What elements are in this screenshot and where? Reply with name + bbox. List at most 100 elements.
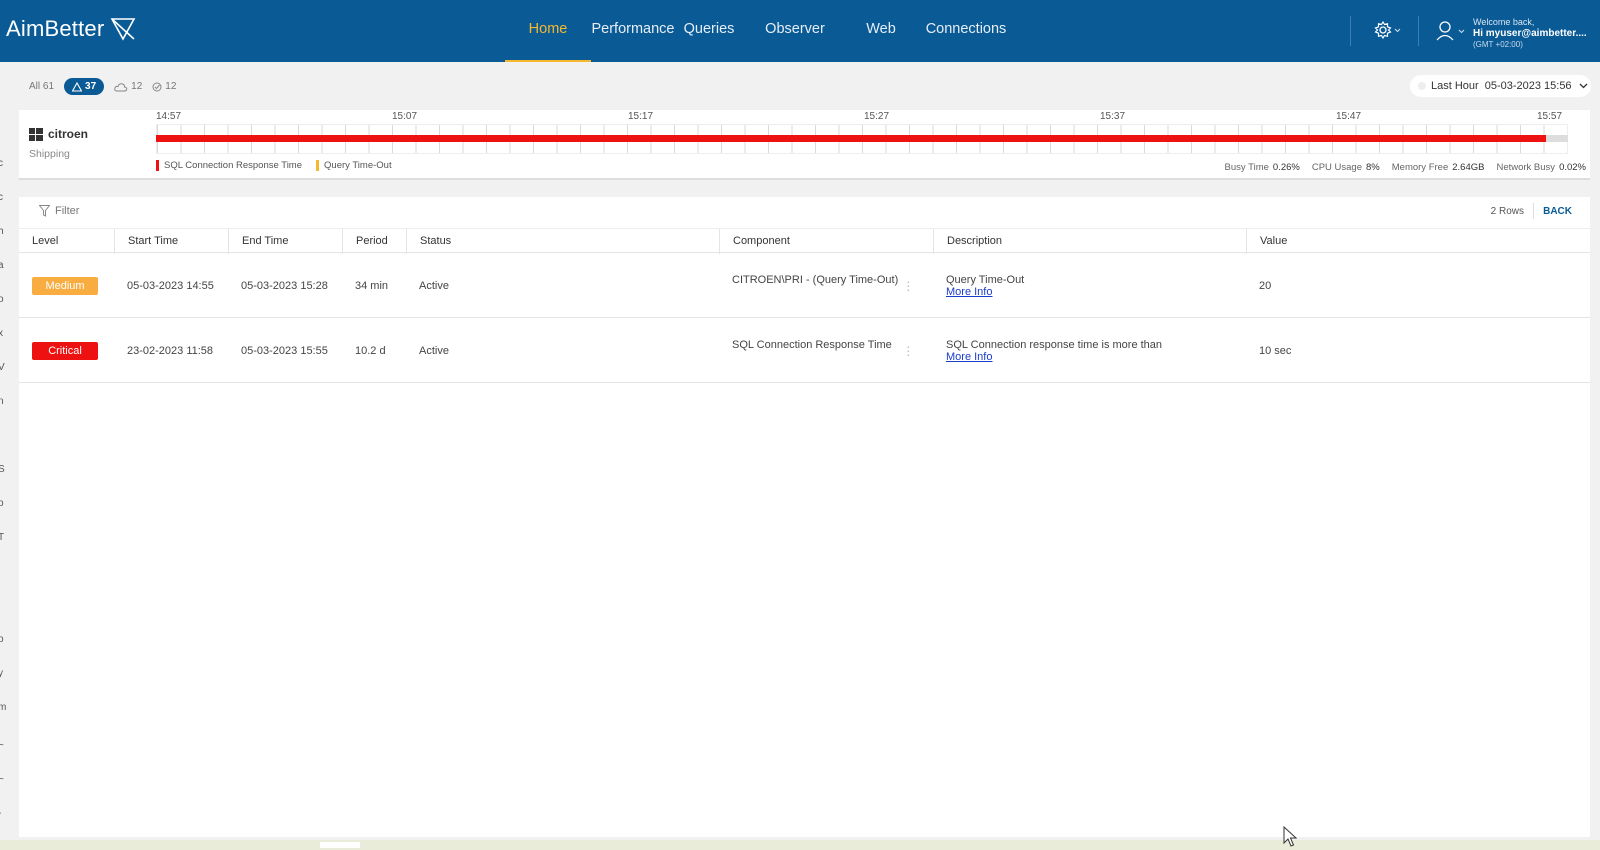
period-cell: 34 min (355, 280, 389, 292)
chevron-down-icon (1579, 83, 1588, 89)
filter-icon (39, 205, 50, 217)
timeline-legend: SQL Connection Response Time Query Time-… (156, 160, 406, 171)
more-info-link[interactable]: More Info (946, 351, 1162, 363)
clipped-text: V (0, 362, 5, 373)
logo-mark-icon (110, 18, 136, 41)
status-cell: Active (419, 345, 449, 357)
time-axis: 14:57 15:07 15:17 15:27 15:37 15:47 15:5… (156, 111, 1562, 123)
more-options-icon[interactable]: · · · (906, 274, 911, 296)
main-nav: Home Performance Queries Observer Web Co… (505, 0, 1017, 62)
time-range-picker[interactable]: Last Hour 05-03-2023 15:56 (1410, 75, 1591, 97)
nav-queries[interactable]: Queries (675, 0, 743, 62)
chip-alerts[interactable]: 37 (64, 78, 105, 95)
tick-label: 15:57 (1537, 111, 1563, 122)
col-start-time[interactable]: Start Time (114, 229, 228, 254)
col-end-time[interactable]: End Time (228, 229, 342, 254)
nav-home[interactable]: Home (505, 0, 591, 62)
stat-value: 8% (1366, 162, 1380, 173)
nav-connections[interactable]: Connections (915, 0, 1017, 62)
chip-resolved[interactable]: 12 (152, 81, 176, 92)
component-cell: CITROEN\PRI - (Query Time-Out) (732, 274, 899, 286)
chip-all[interactable]: All 61 (29, 81, 54, 92)
clipped-text: a (0, 260, 4, 271)
clipped-text: o (0, 634, 4, 645)
divider (1533, 203, 1534, 219)
clipped-text: o (0, 498, 4, 509)
nav-performance[interactable]: Performance (591, 0, 675, 62)
filter-placeholder: Filter (55, 205, 80, 217)
table-row[interactable]: Critical 23-02-2023 11:58 05-03-2023 15:… (19, 319, 1590, 383)
scrollbar-thumb[interactable] (320, 842, 360, 848)
tick-label: 15:27 (864, 111, 890, 122)
user-menu[interactable] (1435, 20, 1469, 47)
description-text: Query Time-Out (946, 274, 1025, 286)
table-row[interactable]: Medium 05-03-2023 14:55 05-03-2023 15:28… (19, 254, 1590, 318)
warning-icon (72, 81, 83, 92)
alerts-table-panel: Filter 2 Rows BACK Level Start Time End … (19, 197, 1590, 837)
col-description[interactable]: Description (933, 229, 1246, 254)
sql-connection-event-bar[interactable] (156, 135, 1546, 142)
col-status[interactable]: Status (406, 229, 719, 254)
back-button[interactable]: BACK (1543, 206, 1572, 217)
description-cell: Query Time-Out More Info (933, 254, 1024, 318)
server-stats: Busy Time 0.26% CPU Usage 8% Memory Free 2.… (1213, 162, 1586, 173)
value-cell: 10 sec (1259, 345, 1292, 357)
time-dot-icon (1418, 82, 1426, 90)
stat-label: CPU Usage (1311, 162, 1363, 173)
settings-menu[interactable] (1373, 20, 1403, 45)
nav-web[interactable]: Web (847, 0, 915, 62)
start-time-cell: 23-02-2023 11:58 (127, 345, 214, 357)
stat-network-busy: Network Busy 0.02% (1496, 162, 1586, 173)
clipped-text: - (0, 808, 1, 819)
clipped-text: ~ (0, 740, 4, 751)
stat-value: 0.02% (1559, 162, 1586, 173)
welcome-text: Welcome back, (1473, 17, 1535, 27)
clipped-text: h (0, 226, 4, 237)
component-cell: SQL Connection Response Time (732, 339, 892, 351)
level-badge-medium: Medium (32, 277, 98, 295)
user-name: Hi myuser@aimbetter.... (1473, 28, 1587, 39)
col-level[interactable]: Level (19, 229, 114, 254)
stat-memory-free: Memory Free 2.64GB (1392, 162, 1485, 173)
clipped-sidebar: c c h a o x V n l S o T l l o y m ~ ~ - (0, 62, 8, 842)
legend-label: Query Time-Out (324, 160, 392, 171)
time-range-value: 05-03-2023 15:56 (1484, 80, 1572, 92)
server-timeline: citroen Shipping 14:57 15:07 15:17 15:27… (19, 110, 1590, 180)
stat-value: 2.64GB (1452, 162, 1485, 173)
tick-label: 15:47 (1336, 111, 1362, 122)
chip-cloud[interactable]: 12 (114, 81, 142, 92)
clipped-text: m (0, 702, 7, 713)
end-time-cell: 05-03-2023 15:55 (241, 345, 328, 357)
stat-label: Memory Free (1391, 162, 1449, 173)
col-period[interactable]: Period (342, 229, 406, 254)
legend-item: SQL Connection Response Time (156, 160, 302, 171)
col-component[interactable]: Component (719, 229, 933, 254)
logo[interactable]: AimBetter (6, 16, 136, 42)
description-cell: SQL Connection response time is more tha… (933, 319, 1162, 383)
level-cell: Medium (19, 254, 98, 318)
more-info-link[interactable]: More Info (946, 286, 1024, 298)
server-name-text: citroen (48, 127, 89, 141)
horizontal-scrollbar[interactable] (0, 840, 1600, 850)
divider (1350, 16, 1351, 46)
status-cell: Active (419, 280, 449, 292)
nav-observer[interactable]: Observer (743, 0, 847, 62)
level-badge-critical: Critical (32, 342, 98, 360)
more-options-icon[interactable]: · · · (906, 339, 911, 361)
legend-swatch (316, 160, 320, 171)
server-name[interactable]: citroen (29, 127, 88, 141)
stat-busy-time: Busy Time 0.26% (1225, 162, 1300, 173)
filter-input[interactable]: Filter (39, 205, 79, 217)
description-text: SQL Connection response time is more tha… (946, 339, 1163, 351)
tick-label: 15:07 (392, 111, 418, 122)
chip-resolved-count: 12 (165, 81, 177, 92)
legend-item: Query Time-Out (316, 160, 392, 171)
chip-cloud-count: 12 (131, 81, 143, 92)
clipped-text: y (0, 668, 3, 679)
clipped-text: x (0, 328, 3, 339)
col-value[interactable]: Value (1246, 229, 1590, 254)
user-greeting[interactable]: Welcome back, Hi myuser@aimbetter.... (G… (1473, 17, 1587, 50)
tick-label: 15:37 (1100, 111, 1126, 122)
top-navbar: AimBetter Home Performance Queries Obser… (0, 0, 1600, 62)
period-cell: 10.2 d (355, 345, 386, 357)
